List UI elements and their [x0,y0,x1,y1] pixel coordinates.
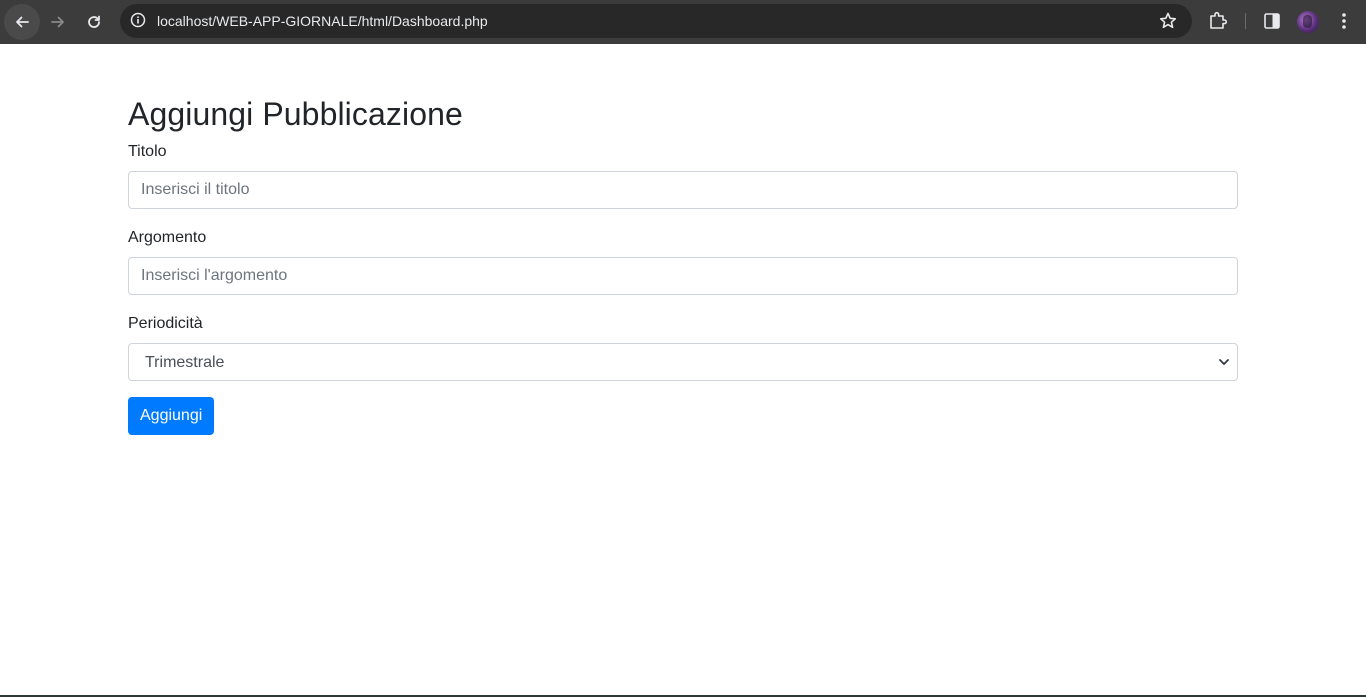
page-content: Aggiungi Pubblicazione Titolo Argomento … [0,44,1366,697]
reload-button[interactable] [76,4,112,40]
toolbar-separator [1245,13,1246,29]
chevron-down-icon [1219,359,1229,365]
side-panel-icon[interactable] [1262,11,1282,31]
periodicita-select[interactable]: Trimestrale [128,343,1238,381]
forward-button[interactable] [40,4,76,40]
page-title: Aggiungi Pubblicazione [128,96,463,132]
back-button[interactable] [4,4,40,40]
reload-icon [88,15,100,28]
info-icon[interactable] [130,12,146,28]
arrow-right-icon [51,16,64,28]
arrow-left-icon [16,16,29,28]
browser-toolbar: localhost/WEB-APP-GIORNALE/html/Dashboar… [0,0,1366,44]
avatar[interactable] [1297,11,1319,33]
titolo-input[interactable] [128,171,1238,209]
aggiungi-button[interactable]: Aggiungi [128,397,215,435]
kebab-menu-icon[interactable] [1336,11,1352,31]
puzzle-icon[interactable] [1208,10,1228,32]
url-text[interactable]: localhost/WEB-APP-GIORNALE/html/Dashboar… [157,12,488,30]
titolo-label: Titolo [128,143,167,160]
periodicita-label: Periodicità [128,315,203,332]
argomento-label: Argomento [128,229,207,246]
periodicita-selected-value: Trimestrale [145,354,225,371]
star-icon[interactable] [1158,11,1178,31]
argomento-input[interactable] [128,257,1238,295]
